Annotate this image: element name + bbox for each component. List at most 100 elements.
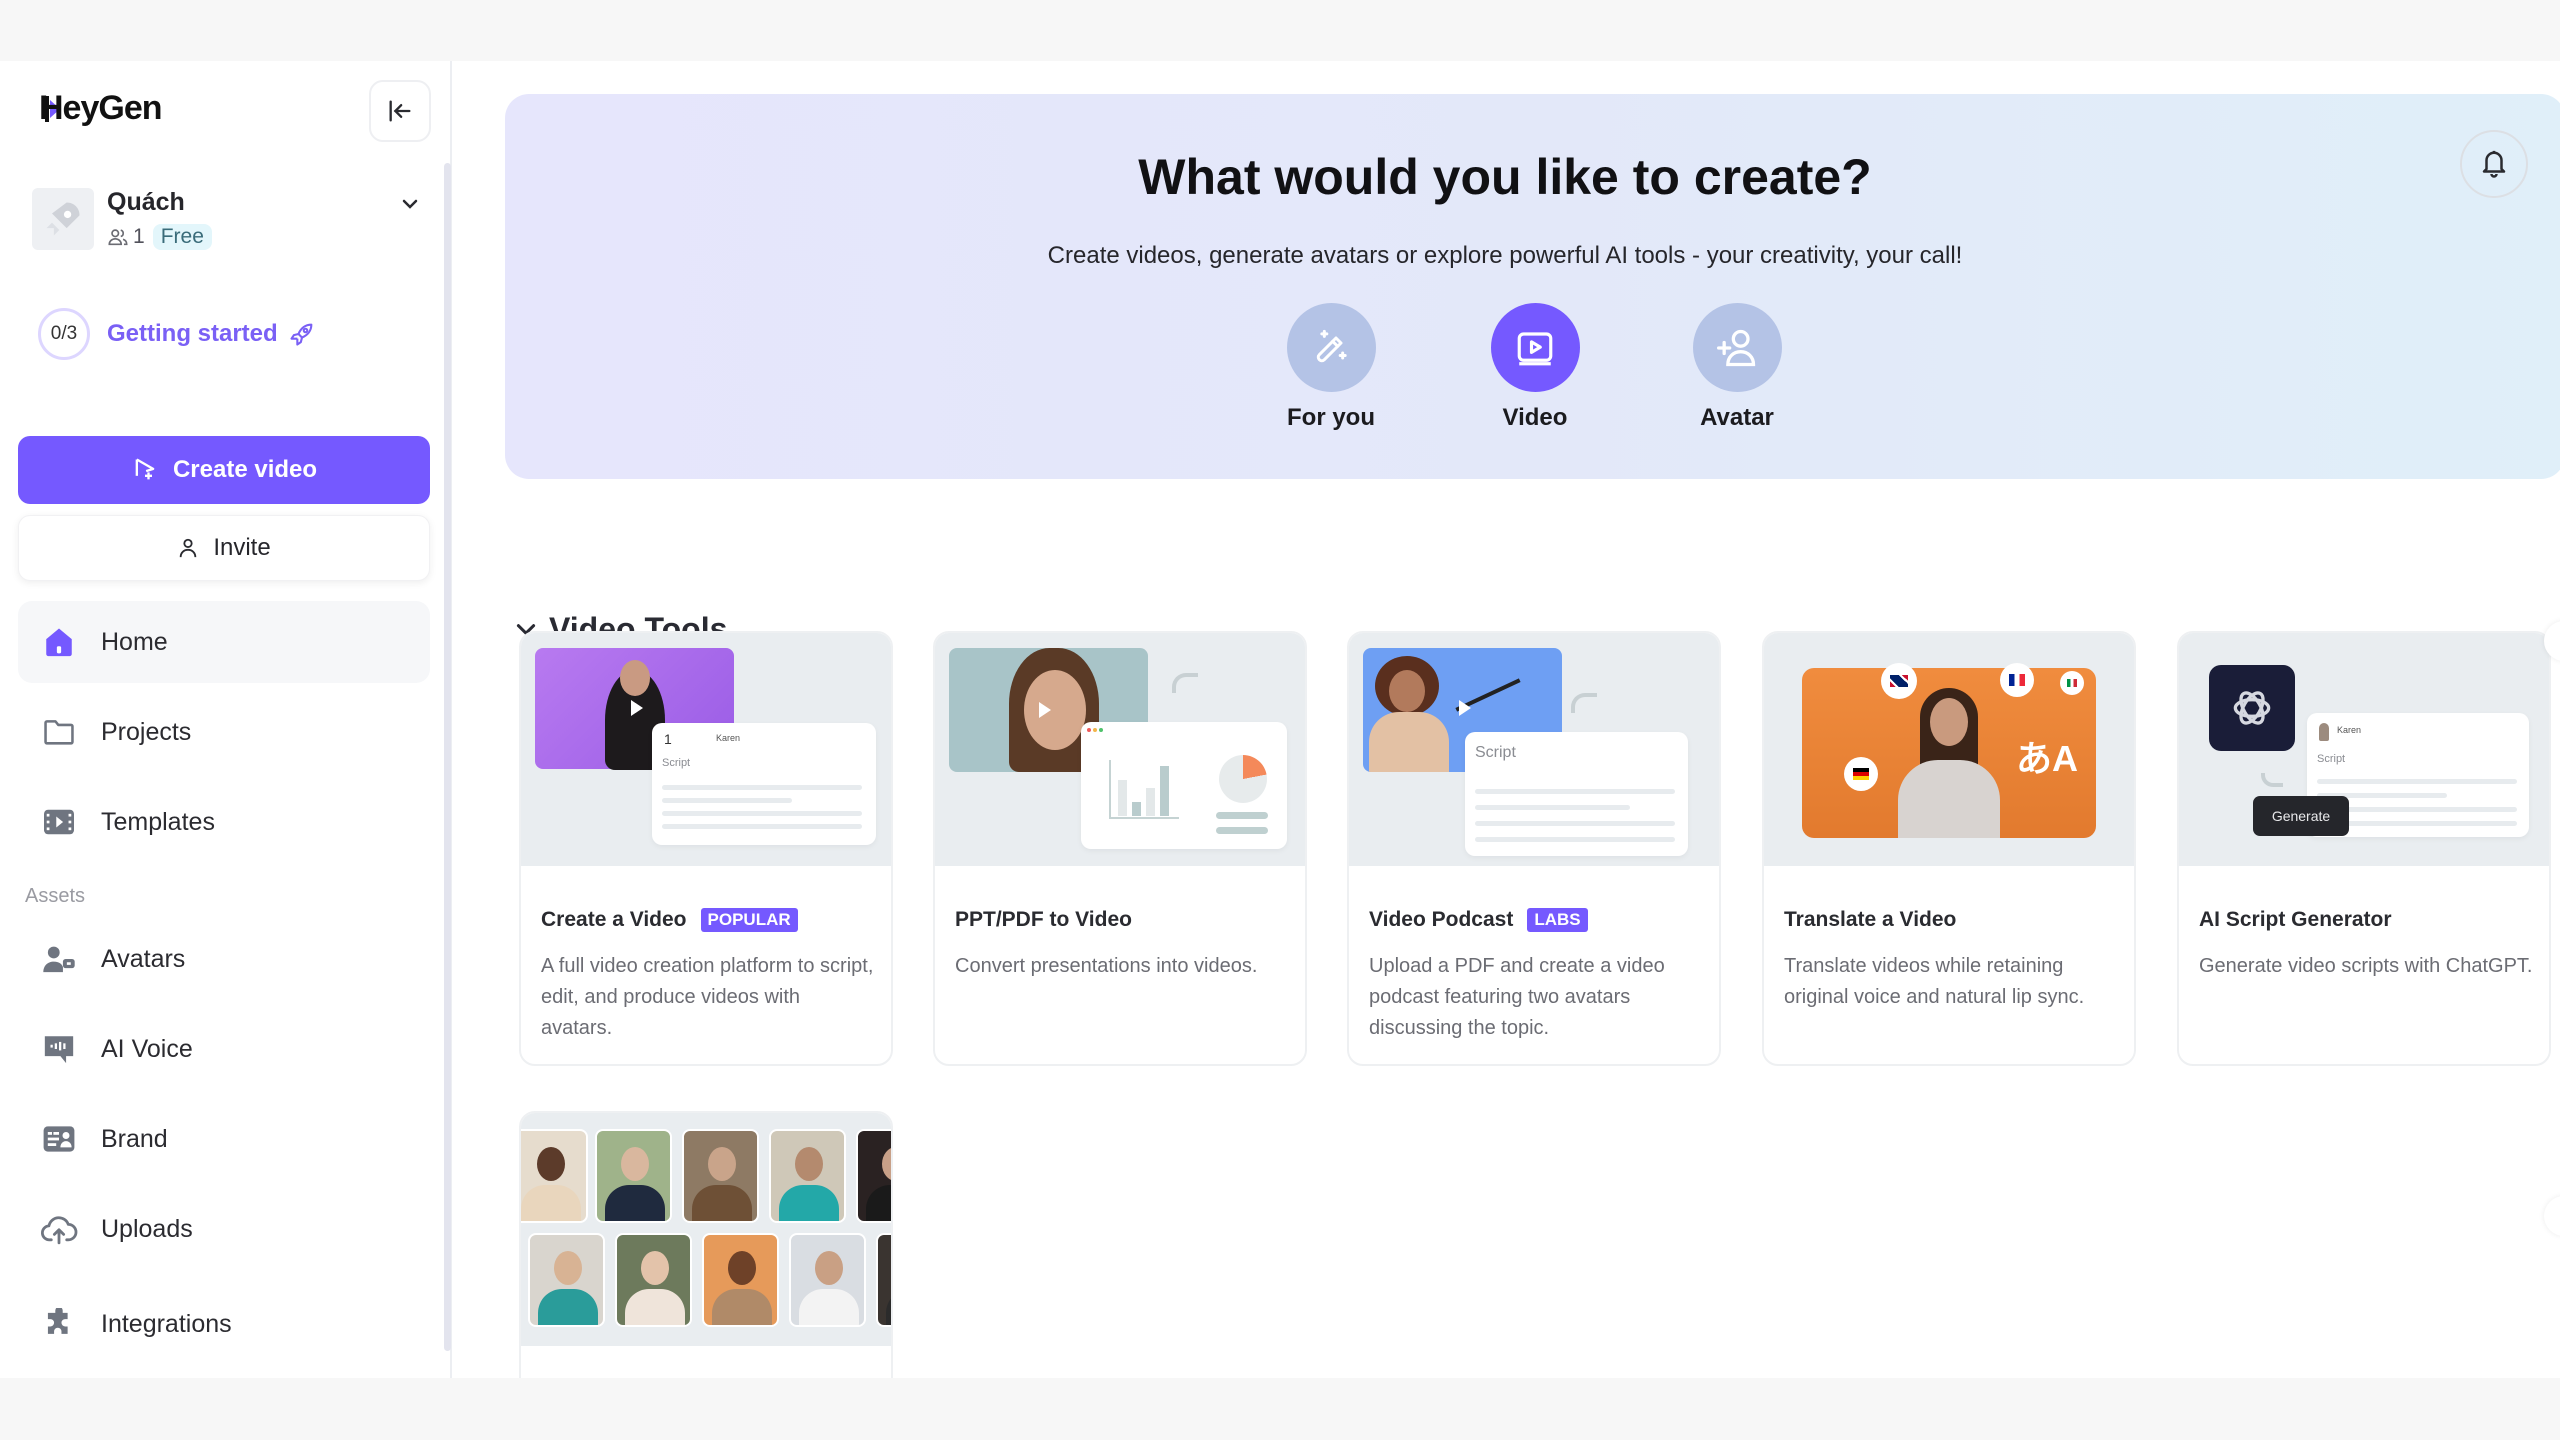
tool-card-video-podcast[interactable]: Script Video Podcast LABS Upload a PDF a… [1347, 631, 1721, 1066]
presenter-body [1369, 712, 1449, 772]
chart-axis [1109, 760, 1111, 818]
avatar-grid-thumbnail [521, 1113, 891, 1346]
tool-card-avatars[interactable] [519, 1111, 893, 1378]
avatar-tile [682, 1129, 759, 1223]
sidebar-item-home[interactable]: Home [18, 601, 430, 683]
card-title: AI Script Generator [2199, 908, 2392, 931]
hero-option-label: For you [1287, 404, 1375, 431]
presenter-body [1898, 760, 2000, 838]
presenter-face [1930, 698, 1968, 746]
bottom-bar [0, 1378, 2560, 1440]
script-panel-preview: 1 Karen Script [652, 723, 876, 845]
avatar-name: Karen [2337, 725, 2362, 735]
window-dot [1093, 728, 1097, 732]
play-icon[interactable] [1039, 702, 1051, 718]
avatar-tile [521, 1129, 588, 1223]
bell-icon [2482, 150, 2506, 178]
collapse-sidebar-button[interactable] [369, 80, 431, 142]
video-play-icon [1517, 331, 1553, 365]
legend-bar [1216, 812, 1268, 819]
tool-card-ai-script-generator[interactable]: Karen Script Generate AI Script Generato… [2177, 631, 2551, 1066]
hero-option-circle [1692, 303, 1782, 392]
puzzle-icon [40, 1305, 78, 1343]
card-title-row: AI Script Generator [2199, 908, 2392, 932]
sidebar-item-brand[interactable]: Brand [18, 1098, 430, 1180]
flag-italy-icon [2060, 671, 2084, 695]
script-line [1475, 821, 1675, 826]
sidebar-item-ai-voice[interactable]: AI Voice [18, 1008, 430, 1090]
create-video-label: Create video [172, 456, 318, 483]
heygen-logo[interactable]: HeyGen [39, 89, 162, 128]
chatgpt-logo-tile [2209, 665, 2295, 751]
card-thumbnail: 1 Karen Script [521, 633, 891, 866]
card-description: Generate video scripts with ChatGPT. [2199, 955, 2533, 977]
presenter-face [1024, 670, 1086, 750]
chart-axis [1109, 817, 1179, 819]
flag-france-icon [2000, 663, 2034, 697]
card-title-row: Video Podcast LABS [1369, 908, 1588, 932]
card-description: Translate videos while retaining origina… [1784, 955, 2085, 1008]
tool-card-ppt-to-video[interactable]: PPT/PDF to Video Convert presentations i… [933, 631, 1307, 1066]
tool-card-create-video[interactable]: 1 Karen Script Create a Video POPULAR A … [519, 631, 893, 1066]
notifications-button[interactable] [2460, 130, 2528, 198]
voice-icon [40, 1030, 78, 1068]
sidebar-item-label: Home [101, 627, 168, 656]
plan-badge: Free [152, 224, 212, 250]
account-name: Quách [107, 188, 185, 216]
sidebar-item-label: Integrations [101, 1309, 232, 1338]
script-label: Script [662, 757, 691, 769]
sidebar-item-integrations[interactable]: Integrations [18, 1283, 430, 1365]
brand-icon [40, 1120, 78, 1158]
hero-option-circle [1490, 303, 1580, 392]
sidebar-item-avatars[interactable]: Avatars [18, 918, 430, 1000]
arrow-icon [1172, 673, 1198, 693]
invite-button[interactable]: Invite [18, 515, 430, 581]
script-line [662, 811, 862, 816]
script-panel-preview: Script [1465, 732, 1688, 856]
account-switcher[interactable]: Quách 1 Free [32, 186, 422, 256]
scene-number: 1 [664, 731, 672, 747]
sidebar-item-templates[interactable]: Templates [18, 781, 430, 863]
getting-started-link[interactable]: 0/3 Getting started [38, 308, 316, 360]
hero-option-avatar[interactable]: Avatar [1667, 303, 1807, 432]
hero-option-circle [1286, 303, 1376, 392]
card-title-row: Translate a Video [1784, 908, 1956, 932]
collapse-left-icon [389, 100, 411, 122]
play-icon[interactable] [631, 700, 643, 716]
sidebar-item-projects[interactable]: Projects [18, 691, 430, 773]
card-title: Translate a Video [1784, 908, 1957, 931]
assets-heading: Assets [25, 885, 86, 907]
hero-option-label: Avatar [1700, 404, 1774, 431]
hero-title: What would you like to create? [1138, 149, 1872, 205]
card-thumbnail: あA [1764, 633, 2134, 866]
script-line [662, 824, 862, 829]
home-icon [40, 623, 78, 661]
card-description: A full video creation platform to script… [541, 955, 874, 1039]
scroll-control-button[interactable] [2544, 1196, 2560, 1236]
play-icon[interactable] [1459, 700, 1471, 716]
hero-option-video[interactable]: Video [1465, 303, 1605, 432]
chart-bar [1132, 802, 1141, 816]
sidebar-item-uploads[interactable]: Uploads [18, 1188, 430, 1270]
avatar-name: Karen [716, 733, 741, 743]
card-title-row: Create a Video POPULAR [541, 908, 798, 932]
card-description: Convert presentations into videos. [955, 955, 1258, 977]
pie-chart [1219, 755, 1267, 803]
card-title: PPT/PDF to Video [955, 908, 1132, 931]
create-video-button[interactable]: Create video [18, 436, 430, 504]
arrow-icon [1571, 693, 1597, 713]
avatar-tile [595, 1129, 672, 1223]
tool-card-translate-video[interactable]: あA Translate a Video Translate videos wh… [1762, 631, 2136, 1066]
chevron-down-icon[interactable] [398, 192, 422, 216]
folder-icon [40, 713, 78, 751]
hero-option-for-you[interactable]: For you [1261, 303, 1401, 432]
script-line [662, 785, 862, 790]
flag-germany-icon [1844, 757, 1878, 791]
avatar-tile [615, 1233, 692, 1327]
script-line [1475, 837, 1675, 842]
sidebar-scrollbar[interactable] [444, 163, 451, 1351]
avatar-tile [789, 1233, 866, 1327]
card-thumbnail: Script [1349, 633, 1719, 866]
avatar-thumb [2319, 723, 2329, 741]
sidebar: HeyGen Quách 1 Free 0/3 Getting started [0, 61, 452, 1378]
